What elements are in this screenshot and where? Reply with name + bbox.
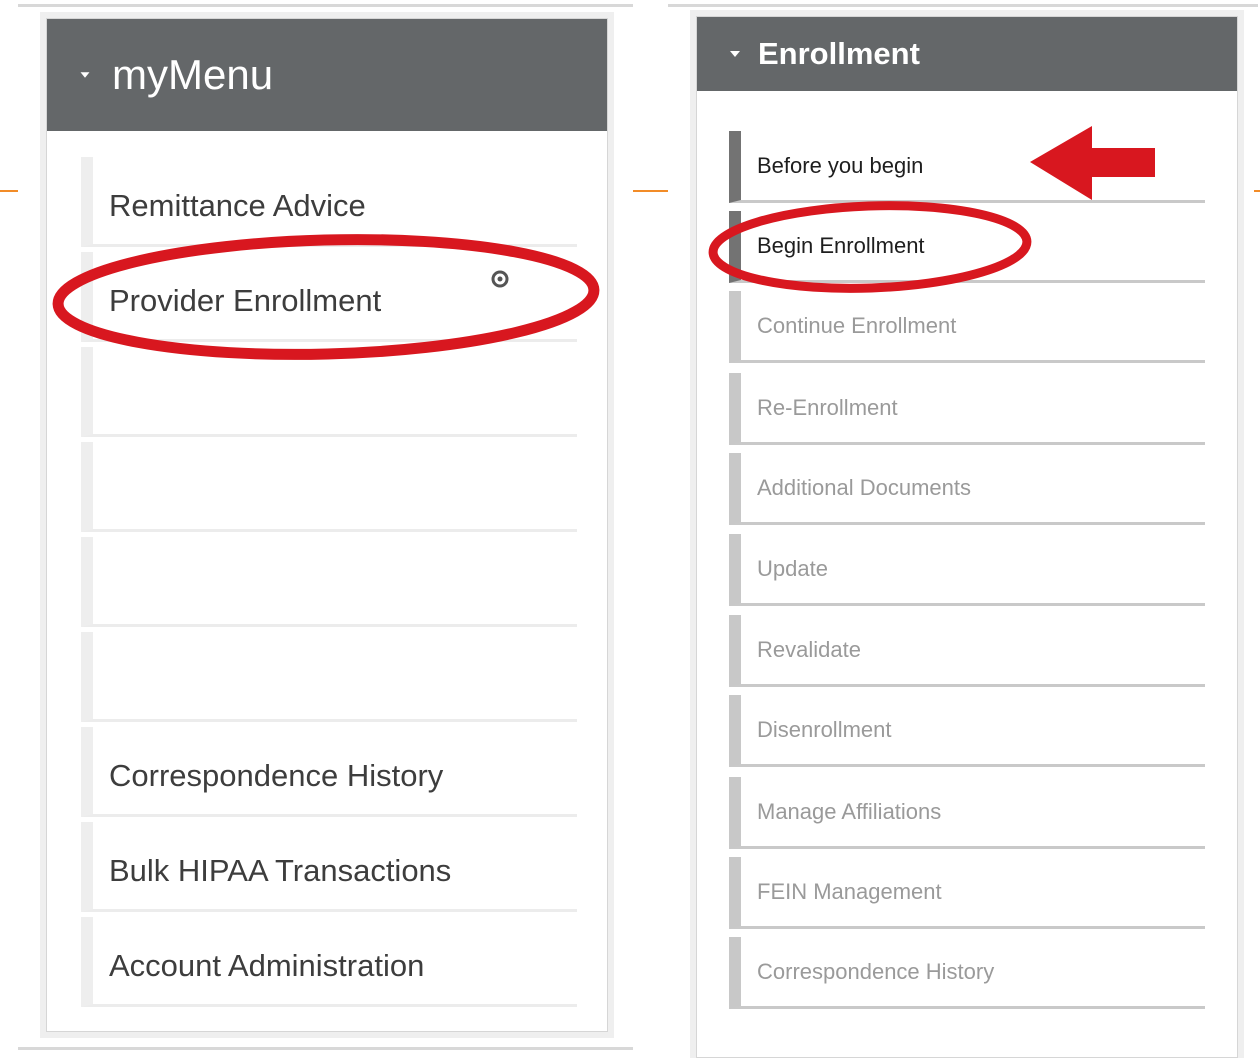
menu-item-continue-enrollment[interactable]: Continue Enrollment — [729, 291, 1205, 363]
menu-item-label — [93, 386, 109, 396]
mymenu-panel: myMenu Remittance Advice Provider Enroll… — [46, 18, 608, 1032]
menu-item-label — [93, 481, 109, 491]
enrollment-panel: Enrollment Before you begin Begin Enroll… — [696, 16, 1238, 1058]
menu-item-label: Provider Enrollment — [109, 282, 382, 318]
menu-item-re-enrollment[interactable]: Re-Enrollment — [729, 373, 1205, 445]
menu-item-remittance-advice[interactable]: Remittance Advice — [81, 157, 577, 247]
menu-item-manage-affiliations[interactable]: Manage Affiliations — [729, 777, 1205, 849]
menu-item-label — [93, 576, 109, 586]
menu-item-label: Correspondence History — [757, 958, 995, 984]
menu-item-label: Remittance Advice — [109, 187, 366, 223]
mymenu-title: myMenu — [112, 51, 274, 98]
menu-item-label: Correspondence History — [109, 757, 444, 793]
top-divider-left — [18, 4, 633, 7]
top-divider-right — [668, 4, 1258, 7]
menu-item-label — [93, 671, 109, 681]
bottom-divider-left — [18, 1047, 633, 1050]
menu-item-blank-4[interactable] — [81, 632, 577, 722]
menu-item-disenrollment[interactable]: Disenrollment — [729, 695, 1205, 767]
menu-item-correspondence-history[interactable]: Correspondence History — [81, 727, 577, 817]
gear-cursor-icon — [491, 270, 509, 288]
menu-item-label: Begin Enrollment — [757, 232, 925, 258]
mymenu-header[interactable]: myMenu — [47, 19, 607, 131]
menu-item-blank-1[interactable] — [81, 347, 577, 437]
menu-item-label: Account Administration — [109, 947, 425, 983]
menu-item-before-you-begin[interactable]: Before you begin — [729, 131, 1205, 203]
caret-down-icon — [80, 72, 90, 78]
menu-item-label: Before you begin — [757, 152, 924, 178]
menu-item-account-administration[interactable]: Account Administration — [81, 917, 577, 1007]
menu-item-label: Re-Enrollment — [757, 394, 898, 420]
menu-item-additional-documents[interactable]: Additional Documents — [729, 453, 1205, 525]
accent-line-left — [0, 190, 18, 192]
menu-item-revalidate[interactable]: Revalidate — [729, 615, 1205, 687]
menu-item-label: FEIN Management — [757, 878, 942, 904]
menu-item-update[interactable]: Update — [729, 534, 1205, 606]
menu-item-label: Update — [757, 555, 828, 581]
menu-item-blank-3[interactable] — [81, 537, 577, 627]
menu-item-blank-2[interactable] — [81, 442, 577, 532]
menu-item-label: Continue Enrollment — [757, 312, 957, 338]
menu-item-provider-enrollment[interactable]: Provider Enrollment — [81, 252, 577, 342]
menu-item-begin-enrollment[interactable]: Begin Enrollment — [729, 211, 1205, 283]
enrollment-title: Enrollment — [758, 36, 920, 71]
accent-line-right — [1254, 190, 1260, 192]
menu-item-bulk-hipaa-transactions[interactable]: Bulk HIPAA Transactions — [81, 822, 577, 912]
menu-item-correspondence-history[interactable]: Correspondence History — [729, 937, 1205, 1009]
menu-item-label: Bulk HIPAA Transactions — [109, 852, 452, 888]
menu-item-label: Disenrollment — [757, 716, 892, 742]
menu-item-label: Additional Documents — [757, 474, 972, 500]
enrollment-header[interactable]: Enrollment — [697, 17, 1237, 91]
menu-item-label: Manage Affiliations — [757, 798, 942, 824]
caret-down-icon — [730, 51, 740, 57]
menu-item-label: Revalidate — [757, 636, 861, 662]
menu-item-fein-management[interactable]: FEIN Management — [729, 857, 1205, 929]
accent-line-middle — [633, 190, 668, 192]
